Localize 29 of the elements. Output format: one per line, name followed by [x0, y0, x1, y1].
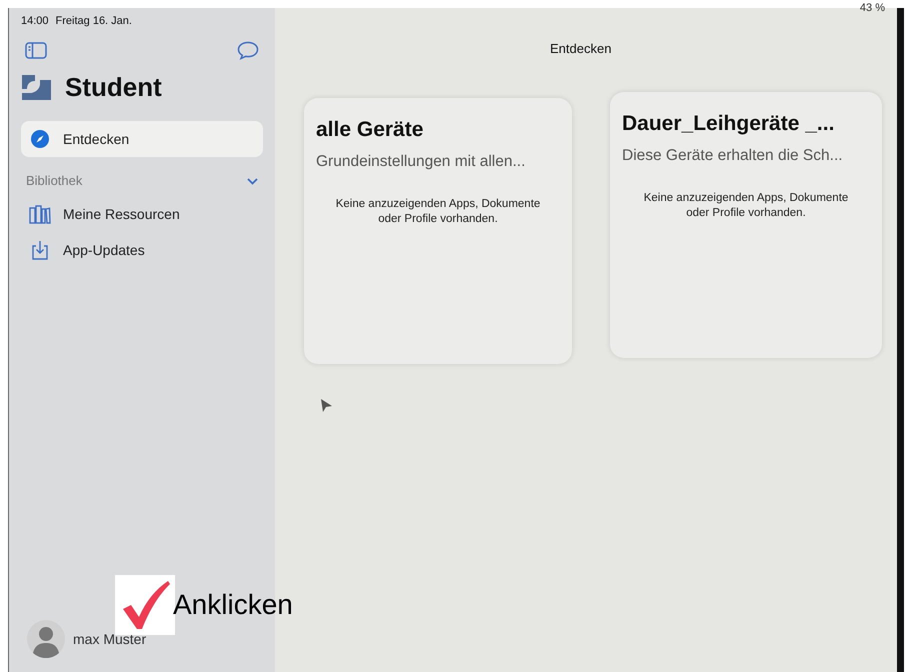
- card-title: alle Geräte: [316, 117, 424, 143]
- avatar-icon[interactable]: [27, 620, 65, 658]
- card-subtitle: Grundeinstellungen mit allen...: [316, 152, 526, 172]
- card-subtitle: Diese Geräte erhalten die Sch...: [622, 146, 844, 166]
- download-icon: [31, 240, 49, 260]
- books-icon: [29, 204, 51, 224]
- content-card[interactable]: alle Geräte Grundeinstellungen mit allen... Keine anzuzeigenden Apps, Dokumente oder Profile vorhanden.: [304, 98, 572, 364]
- compass-icon: [31, 130, 49, 148]
- sidebar-title: Student: [65, 71, 162, 104]
- status-date: Freitag 16. Jan.: [56, 14, 132, 29]
- empty-message: Keine anzuzeigenden Apps, Dokumente oder Profile vorhanden.: [642, 190, 850, 221]
- section-header: Bibliothek: [26, 172, 82, 190]
- sidebar-item[interactable]: Entdecken: [21, 121, 263, 157]
- sidebar-item[interactable]: App-Updates: [21, 232, 263, 268]
- status-time: 14:00: [21, 14, 49, 29]
- battery-percent: 43 %: [860, 1, 885, 16]
- app-logo-icon: [22, 75, 51, 100]
- checkmark-icon: [115, 575, 175, 635]
- chevron-icon[interactable]: [247, 178, 258, 184]
- chat-bubble-icon[interactable]: [237, 41, 259, 60]
- card-title: Dauer_Leihgeräte _...: [622, 111, 836, 137]
- page-title: Entdecken: [550, 40, 612, 58]
- content-card[interactable]: Dauer_Leihgeräte _... Diese Geräte erhalten die Sch... Keine anzuzeigenden Apps, Dokumente oder Profile vorhanden.: [610, 92, 882, 358]
- empty-message: Keine anzuzeigenden Apps, Dokumente oder Profile vorhanden.: [334, 196, 542, 227]
- sidebar-toggle-icon[interactable]: [25, 42, 47, 59]
- sidebar-item[interactable]: Meine Ressourcen: [21, 196, 263, 232]
- user-name: max Muster: [73, 630, 146, 648]
- cursor-icon: [320, 398, 333, 413]
- annotation-label: Anklicken: [173, 588, 293, 622]
